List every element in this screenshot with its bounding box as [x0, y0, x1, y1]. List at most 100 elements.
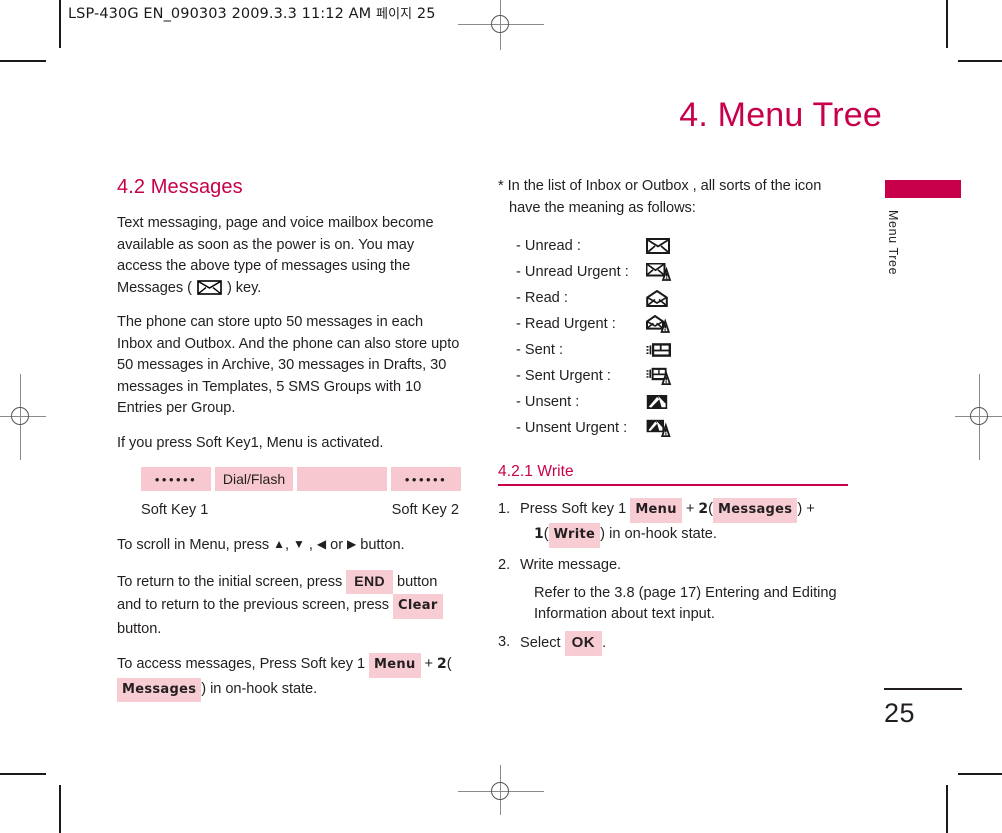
softkey-cell-3	[297, 467, 387, 491]
icon-legend-note-line-1: * In the list of Inbox or Outbox , all s…	[498, 178, 822, 194]
crop-mark-top-left-vertical	[59, 0, 61, 48]
step2-note: Refer to the 3.8 (page 17) Entering and …	[534, 585, 837, 622]
arrow-up-icon: ▲	[273, 537, 285, 551]
scroll-sep-3: or	[326, 537, 348, 553]
return-text-c: button.	[117, 620, 162, 637]
envelope-open-urgent-icon	[646, 315, 680, 333]
registration-mark-left	[0, 374, 46, 460]
legend-label: - Read :	[516, 290, 568, 306]
write-steps-list: 1. Press Soft key 1 Menu + 2(Messages) + …	[498, 498, 848, 656]
unsent-message-urgent-icon	[646, 419, 680, 437]
envelope-closed-urgent-icon	[646, 263, 680, 281]
sent-message-icon	[646, 342, 680, 358]
write-step-2: 2. Write message. Refer to the 3.8 (page …	[498, 554, 848, 625]
scroll-suffix: button.	[356, 537, 405, 553]
legend-label: - Read Urgent :	[516, 316, 616, 332]
arrow-down-icon: ▼	[293, 537, 305, 551]
softkey-cell-4: ••••••	[391, 467, 461, 491]
softkey-strip: •••••• Dial/Flash ••••••	[117, 467, 462, 491]
left-column: 4.2 Messages Text messaging, page and vo…	[117, 176, 462, 715]
key-menu-button[interactable]: Menu	[630, 498, 682, 523]
legend-label: - Sent Urgent :	[516, 368, 611, 384]
registration-mark-bottom	[458, 765, 544, 815]
icon-legend-list: - Unread : - Unread Urgent : - Read: - …	[498, 233, 848, 441]
envelope-closed-icon	[197, 279, 222, 295]
key-messages-button[interactable]: Messages	[713, 498, 798, 523]
legend-label: - Unread :	[516, 238, 581, 254]
access-paren-open: (	[446, 656, 452, 672]
legend-item-read-urgent: - Read Urgent :	[498, 311, 848, 337]
section-title-messages: 4.2 Messages	[117, 176, 243, 198]
proof-header: LSP-430G EN_090303 2009.3.3 11:12 AM 페이지…	[68, 3, 436, 22]
softkey-intro-paragraph: If you press Soft Key1, Menu is activate…	[117, 434, 384, 451]
scroll-prefix: To scroll in Menu, press	[117, 537, 274, 553]
crop-mark-bottom-left-horizontal	[0, 773, 46, 775]
key-clear-button[interactable]: Clear	[393, 594, 443, 619]
arrow-right-icon: ▶	[347, 537, 357, 551]
key-menu-button[interactable]: Menu	[369, 653, 421, 678]
scroll-sep-1: ,	[285, 537, 294, 553]
key-write-button[interactable]: Write	[548, 523, 601, 548]
step1-text-d: in on-hook state.	[605, 526, 717, 542]
legend-item-unread-urgent: - Unread Urgent :	[498, 259, 848, 285]
crop-mark-top-right-horizontal	[958, 60, 1002, 62]
proof-header-text: LSP-430G EN_090303 2009.3.3 11:12 AM	[68, 6, 372, 22]
legend-item-unsent-urgent: - Unsent Urgent :	[498, 415, 848, 441]
step1-text-a: Press Soft key 1	[520, 501, 631, 517]
access-text-b: +	[420, 656, 437, 672]
key-number-2: 2	[698, 501, 709, 517]
step3-text-a: Select	[520, 635, 565, 651]
crop-mark-top-right-vertical	[946, 0, 948, 48]
legend-item-unsent: - Unsent :	[498, 389, 848, 415]
intro-paragraph-text-a: Text messaging, page and voice mailbox b…	[117, 215, 434, 296]
legend-item-sent-urgent: - Sent Urgent :	[498, 363, 848, 389]
write-step-3: 3. Select OK.	[498, 631, 848, 656]
page-number: 25	[884, 697, 916, 728]
legend-label: - Unsent Urgent :	[516, 420, 628, 436]
intro-paragraph-text-b: ) key.	[226, 279, 262, 296]
icon-legend-note: * In the list of Inbox or Outbox , all s…	[498, 176, 848, 219]
subsection-title-write: 4.2.1 Write	[498, 463, 848, 486]
sent-message-urgent-icon	[646, 367, 680, 385]
arrow-left-icon: ◀	[316, 537, 327, 551]
envelope-open-icon	[646, 289, 680, 307]
write-step-1: 1. Press Soft key 1 Menu + 2(Messages) + …	[498, 498, 848, 548]
step1-text-c: +	[802, 501, 815, 517]
right-column: * In the list of Inbox or Outbox , all s…	[498, 176, 848, 662]
access-text-c: in on-hook state.	[206, 680, 318, 697]
softkey-label-right: Soft Key 2	[391, 502, 459, 518]
step-number: 3.	[498, 634, 511, 650]
proof-header-page: 25	[416, 6, 436, 22]
legend-label: - Sent :	[516, 342, 564, 358]
envelope-closed-icon	[646, 238, 680, 254]
page-footer: 25	[884, 688, 962, 729]
softkey-label-left: Soft Key 1	[141, 502, 209, 518]
crop-mark-bottom-right-vertical	[946, 785, 948, 833]
key-ok-button[interactable]: OK	[564, 631, 603, 656]
icon-legend-note-line-2: have the meaning as follows:	[509, 199, 696, 216]
crop-mark-bottom-left-vertical	[59, 785, 61, 833]
crop-mark-top-left-horizontal	[0, 60, 46, 62]
step1-continuation: 1(Write) in on-hook state.	[520, 523, 848, 548]
side-tab: Menu Tree	[885, 180, 961, 275]
key-number-1: 1	[534, 526, 544, 542]
page-title: 4. Menu Tree	[679, 96, 882, 134]
access-text-a: To access messages, Press Soft key 1	[117, 656, 370, 672]
storage-paragraph: The phone can store upto 50 messages in …	[117, 314, 460, 416]
legend-item-sent: - Sent :	[498, 337, 848, 363]
registration-mark-right	[955, 374, 1002, 460]
step-number: 1.	[498, 501, 511, 517]
side-tab-label: Menu Tree	[886, 210, 900, 276]
step2-text: Write message.	[520, 557, 622, 573]
paren-open: (	[187, 279, 192, 296]
proof-header-korean: 페이지	[376, 7, 413, 22]
intro-paragraph: Text messaging, page and voice mailbox b…	[117, 213, 462, 299]
page-number-rule	[884, 688, 962, 690]
step-number: 2.	[498, 557, 511, 573]
step3-text-b: .	[602, 635, 607, 651]
step1-text-b: +	[681, 501, 699, 517]
key-messages-button[interactable]: Messages	[117, 677, 202, 702]
access-instruction: To access messages, Press Soft key 1 Men…	[117, 653, 462, 702]
key-end-button[interactable]: END	[346, 569, 393, 594]
legend-label: - Unread Urgent :	[516, 264, 629, 280]
